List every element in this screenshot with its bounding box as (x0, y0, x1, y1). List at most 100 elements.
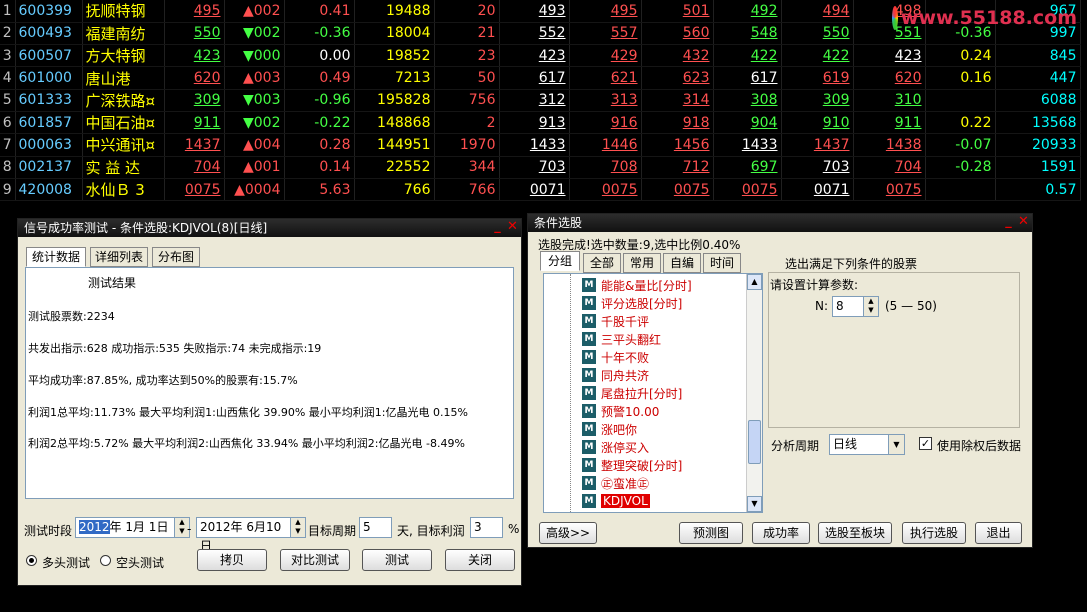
long-test-radio[interactable] (26, 555, 37, 566)
stock-cell-cur: 344 (434, 156, 500, 179)
stock-cell-c: 916 (569, 111, 642, 135)
stock-cell-cur: 20 (434, 0, 500, 23)
stock-cell-cur: 21 (434, 22, 500, 46)
stock-cell-code: 600399 (15, 0, 83, 23)
stock-cell-e: 904 (713, 111, 782, 135)
tab-custom[interactable]: 自编 (663, 253, 701, 273)
test-dialog-titlebar[interactable]: 信号成功率测试 - 条件选股:KDJVOL(8)[日线] _ ✕ (18, 219, 521, 237)
dropdown-icon[interactable]: ▼ (888, 435, 904, 454)
tab-distribution[interactable]: 分布图 (152, 247, 200, 267)
condition-heading: 选出满足下列条件的股票 (785, 257, 918, 271)
test-result-panel: 测试结果 测试股票数:2234 共发出指示:628 成功指示:535 失败指示:… (25, 267, 514, 499)
stock-cell-h (925, 89, 996, 112)
tree-item[interactable]: M 评分选股[分时] (582, 294, 682, 312)
tree-item[interactable]: M 预警10.00 (582, 402, 659, 420)
tree-item[interactable]: M 涨停买入 (582, 438, 649, 456)
scroll-up-icon[interactable]: ▲ (747, 274, 762, 290)
adjust-checkbox[interactable]: ✓ (919, 437, 932, 450)
tree-item[interactable]: M 能能&量比[分时] (582, 276, 692, 294)
tree-item[interactable]: M KDJVOL (582, 492, 650, 510)
success-rate-button[interactable]: 成功率 (752, 522, 810, 544)
end-date-input[interactable]: 2012年 6月10日 (196, 517, 291, 553)
long-test-label: 多头测试 (42, 556, 91, 570)
start-date-input[interactable]: 2012年 1月 1日 (75, 517, 175, 538)
tree-item[interactable]: M 三平头翻红 (582, 330, 661, 348)
scroll-down-icon[interactable]: ▼ (747, 496, 762, 512)
stock-cell-f: 0071 (781, 178, 854, 202)
stock-row[interactable]: 5 601333 广深铁路¤ 309 ▼003 -0.96 195828 756 312 313 3… (0, 89, 1081, 112)
tree-item[interactable]: M ㊣蛮准㊣ (582, 474, 649, 492)
compare-test-button[interactable]: 对比测试 (280, 549, 350, 571)
site-logo-icon (892, 6, 898, 30)
short-test-radio[interactable] (100, 555, 111, 566)
tree-scrollbar[interactable]: ▲ ▼ (746, 274, 762, 512)
stock-cell-pct: 0.00 (284, 44, 355, 68)
stock-cell-a: 495 (164, 0, 225, 23)
tab-all[interactable]: 全部 (583, 253, 621, 273)
scroll-thumb[interactable] (748, 420, 761, 464)
tree-item[interactable]: M 涨吧你 (582, 420, 637, 438)
exit-button[interactable]: 退出 (975, 522, 1022, 544)
n-input[interactable]: 8 (832, 296, 864, 317)
minimize-icon[interactable]: _ (491, 220, 504, 234)
forecast-chart-button[interactable]: 预测图 (679, 522, 743, 544)
stock-cell-b: 913 (499, 111, 570, 135)
stock-cell-f: 309 (781, 89, 854, 112)
n-range: (5 — 50) (885, 299, 937, 313)
stock-row[interactable]: 4 601000 唐山港 620 ▲003 0.49 7213 50 617 621 623 617 6… (0, 66, 1081, 90)
stock-cell-h: 0.24 (925, 44, 996, 68)
tree-item[interactable]: M 十年不败 (582, 348, 649, 366)
stock-row[interactable]: 8 002137 实 益 达 704 ▲001 0.14 22552 344 703 708 712… (0, 156, 1081, 179)
stock-row[interactable]: 9 420008 水仙Ｂ 3 0075 ▲0004 5.63 766 766 0071 0075 0… (0, 178, 1081, 202)
stock-row[interactable]: 6 601857 中国石油¤ 911 ▼002 -0.22 148868 2 913 916 918… (0, 111, 1081, 135)
stock-cell-chg: ▼002 (224, 22, 285, 46)
select-dialog-titlebar[interactable]: 条件选股 _ ✕ (528, 214, 1032, 232)
select-to-block-button[interactable]: 选股至板块 (818, 522, 892, 544)
stock-cell-f: 1437 (781, 133, 854, 157)
tree-item[interactable]: M 同舟共济 (582, 366, 649, 384)
minimize-icon[interactable]: _ (1002, 215, 1015, 229)
tree-item-label: 涨吧你 (601, 422, 638, 437)
stock-cell-f: 703 (781, 156, 854, 179)
tree-item[interactable]: M 千股千评 (582, 312, 649, 330)
select-dialog-title: 条件选股 (534, 216, 583, 230)
stock-cell-b: 617 (499, 66, 570, 90)
date-dash: - (187, 522, 192, 536)
tab-group[interactable]: 分组 (540, 251, 580, 271)
test-button[interactable]: 测试 (362, 549, 432, 571)
tab-common[interactable]: 常用 (623, 253, 661, 273)
target-period-input[interactable]: 5 (359, 517, 392, 538)
tree-item[interactable]: M 尾盘拉升[分时] (582, 384, 682, 402)
copy-button[interactable]: 拷贝 (197, 549, 267, 571)
stock-cell-idx: 8 (0, 156, 16, 179)
stock-cell-b: 1433 (499, 133, 570, 157)
end-date-spinner[interactable]: ▲ ▼ (290, 517, 306, 538)
stock-cell-code: 601333 (15, 89, 83, 112)
stock-cell-vol: 18004 (354, 22, 435, 46)
period-select[interactable]: 日线 ▼ (829, 434, 905, 455)
stock-row[interactable]: 3 600507 方大特钢 423 ▼000 0.00 19852 23 423 429 432 42… (0, 44, 1081, 68)
tree-item-label: KDJVOL (601, 494, 650, 508)
tab-time[interactable]: 时间 (703, 253, 741, 273)
n-label: N: (815, 299, 829, 313)
stock-cell-i: 13568 (995, 111, 1081, 135)
tab-detail-list[interactable]: 详细列表 (90, 247, 148, 267)
target-profit-input[interactable]: 3 (470, 517, 503, 538)
close-icon[interactable]: ✕ (506, 220, 519, 234)
stock-row[interactable]: 7 000063 中兴通讯¤ 1437 ▲004 0.28 144951 1970 1433 14… (0, 133, 1081, 157)
stock-cell-a: 423 (164, 44, 225, 68)
stock-cell-d: 0075 (641, 178, 714, 202)
stock-cell-code: 600493 (15, 22, 83, 46)
stock-cell-d: 432 (641, 44, 714, 68)
n-spinner[interactable]: ▲ ▼ (863, 296, 879, 317)
stock-cell-h: 0.22 (925, 111, 996, 135)
close-button[interactable]: 关闭 (445, 549, 515, 571)
stock-cell-a: 0075 (164, 178, 225, 202)
advanced-button[interactable]: 高级>> (539, 522, 597, 544)
tree-item[interactable]: M 整理突破[分时] (582, 456, 682, 474)
stock-cell-e: 422 (713, 44, 782, 68)
execute-select-button[interactable]: 执行选股 (902, 522, 966, 544)
test-dialog-title: 信号成功率测试 - 条件选股:KDJVOL(8)[日线] (24, 221, 268, 235)
close-icon[interactable]: ✕ (1017, 215, 1030, 229)
tab-statistics[interactable]: 统计数据 (26, 247, 86, 267)
